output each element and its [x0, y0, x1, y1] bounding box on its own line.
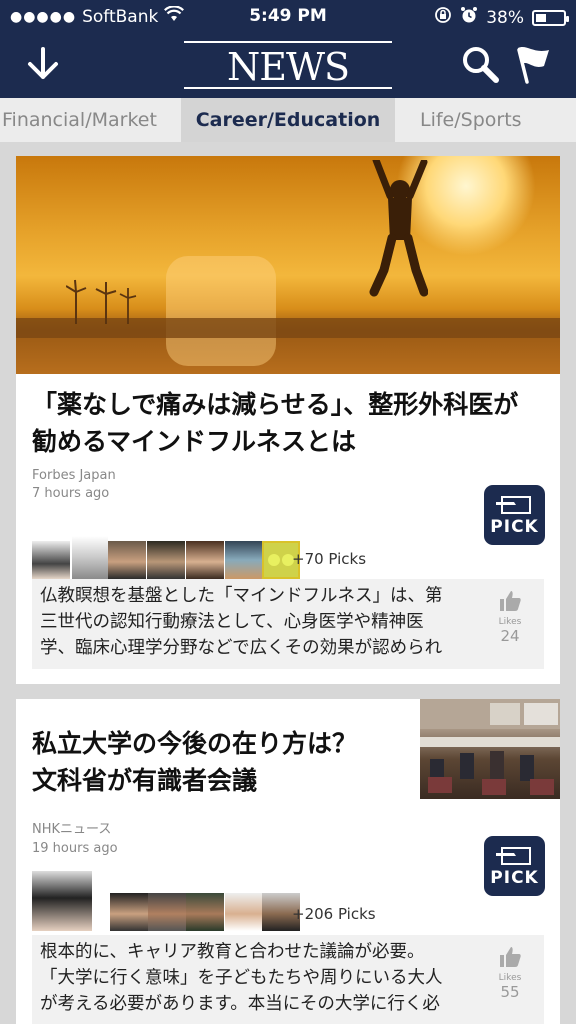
download-button[interactable]	[19, 40, 67, 88]
jumping-person-graphic	[369, 160, 428, 297]
search-button[interactable]	[456, 40, 504, 88]
thumbs-up-icon	[500, 947, 521, 967]
picker-avatars[interactable]	[32, 536, 300, 579]
avatar[interactable]	[108, 541, 146, 579]
like-button[interactable]: Likes 55	[490, 945, 530, 1001]
article-title[interactable]: 私立大学の今後の在り方は？ 文科省が有識者会議	[32, 725, 357, 799]
likes-count: 55	[500, 983, 520, 1001]
status-right: 38%	[434, 6, 569, 29]
avatar[interactable]	[147, 541, 185, 579]
picker-avatars[interactable]	[32, 871, 302, 931]
battery-icon	[532, 9, 569, 26]
rotation-lock-icon	[434, 6, 452, 29]
avatar[interactable]	[148, 893, 186, 931]
pick-button[interactable]: PICK	[484, 485, 545, 545]
tab-career-education[interactable]: Career/Education	[181, 98, 395, 142]
article-time: 19 hours ago	[32, 841, 118, 856]
download-arrow-icon	[28, 47, 58, 79]
status-bar: ●●●●● SoftBank 5:49 PM 38%	[0, 0, 576, 32]
avatar[interactable]	[32, 871, 92, 931]
search-icon	[463, 47, 499, 83]
avatar[interactable]	[110, 893, 148, 931]
pick-hand-icon	[496, 496, 531, 514]
picks-count[interactable]: +206 Picks	[292, 905, 376, 923]
top-bar: ●●●●● SoftBank 5:49 PM 38% NEWS PICKS	[0, 0, 576, 137]
article-thumbnail[interactable]	[420, 699, 560, 799]
top-comment[interactable]: 仏教瞑想を基盤とした「マインドフルネス」は、第 三世代の認知行動療法として、心身…	[32, 579, 544, 669]
avatar[interactable]	[225, 893, 263, 931]
top-comment[interactable]: 根本的に、キャリア教育と合わせた議論が必要。 「大学に行く意味」を子どもたちや周…	[32, 935, 544, 1024]
tab-life-sports[interactable]: Life/Sports	[420, 98, 560, 142]
newspicks-logo: NEWS PICKS	[184, 41, 392, 137]
comment-text: 根本的に、キャリア教育と合わせた議論が必要。 「大学に行く意味」を子どもたちや周…	[40, 942, 443, 1014]
tab-financial-market[interactable]: Financial/Market	[2, 98, 180, 142]
avatar[interactable]	[32, 541, 70, 579]
like-button[interactable]: Likes 24	[490, 589, 530, 645]
avatar[interactable]	[225, 541, 263, 579]
comment-text: 仏教瞑想を基盤とした「マインドフルネス」は、第 三世代の認知行動療法として、心身…	[40, 586, 443, 658]
article-card[interactable]: 「薬なしで痛みは減らせる」、整形外科医が 勧めるマインドフルネスとは Forbe…	[16, 156, 560, 684]
flag-button[interactable]	[508, 40, 556, 88]
avatar[interactable]	[186, 541, 224, 579]
flag-icon	[517, 47, 549, 84]
wind-turbines-graphic	[66, 279, 137, 324]
thumbs-up-icon	[500, 591, 521, 611]
article-title[interactable]: 「薬なしで痛みは減らせる」、整形外科医が 勧めるマインドフルネスとは	[32, 386, 518, 460]
article-card[interactable]: 私立大学の今後の在り方は？ 文科省が有識者会議 NHKニュース 19 hours…	[16, 699, 560, 1024]
article-time: 7 hours ago	[32, 486, 110, 501]
picks-count[interactable]: +70 Picks	[292, 550, 366, 568]
alarm-icon	[460, 6, 478, 29]
pick-button[interactable]: PICK	[484, 836, 545, 896]
article-hero-image[interactable]	[16, 156, 560, 374]
category-tabs: Financial/Market Career/Education Life/S…	[0, 98, 576, 142]
article-source: Forbes Japan	[32, 468, 116, 483]
battery-percent: 38%	[486, 7, 524, 28]
likes-count: 24	[500, 627, 520, 645]
avatar[interactable]	[72, 536, 108, 579]
meeting-room-graphic	[420, 699, 560, 795]
avatar[interactable]	[186, 893, 224, 931]
article-source: NHKニュース	[32, 822, 112, 837]
pick-hand-icon	[496, 847, 531, 865]
